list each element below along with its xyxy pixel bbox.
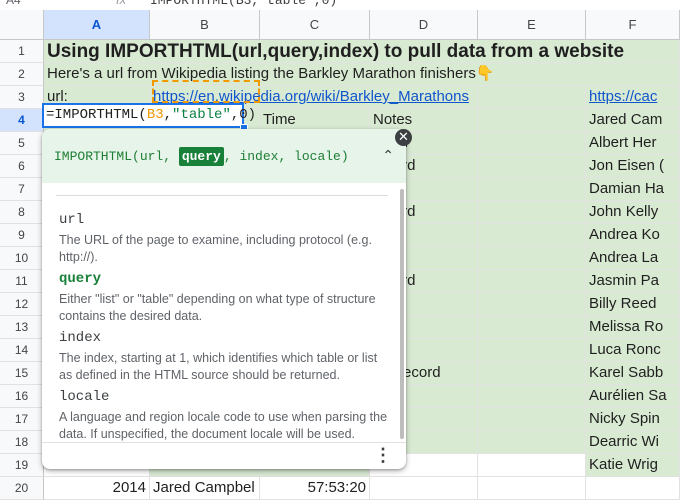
arg-desc-query: Either "list" or "table" depending on wh… [59, 292, 376, 323]
popup-footer: ⋮ [42, 442, 406, 469]
formula-input[interactable]: IMPORTHTML(B3,"table",0) [150, 0, 337, 8]
finisher-name[interactable]: Nicky Spin [586, 408, 680, 431]
row-header-12[interactable]: 12 [0, 293, 44, 316]
arg-desc-index: The index, starting at 1, which identifi… [59, 351, 378, 382]
function-signature[interactable]: IMPORTHTML(url, query, index, locale) ⌃ [42, 129, 406, 183]
cell-e15[interactable] [478, 362, 586, 385]
row-header-16[interactable]: 16 [0, 385, 44, 408]
row-header-11[interactable]: 11 [0, 270, 44, 293]
column-header-b[interactable]: B [150, 10, 260, 40]
row-header-9[interactable]: 9 [0, 224, 44, 247]
arg-name-locale: locale [59, 389, 110, 405]
collapse-chevron-icon[interactable]: ⌃ [382, 148, 394, 164]
cell-e19[interactable] [478, 454, 586, 477]
arg-name-url: url [59, 212, 85, 228]
cell-e4[interactable] [478, 109, 586, 132]
finisher-name[interactable]: Jared Cam [586, 109, 680, 132]
row-header-3[interactable]: 3 [0, 86, 44, 109]
row-header-13[interactable]: 13 [0, 316, 44, 339]
column-header-c[interactable]: C [260, 10, 370, 40]
cell-e7[interactable] [478, 178, 586, 201]
finisher-name[interactable]: Jasmin Pa [586, 270, 680, 293]
formula-help-popup: IMPORTHTML(url, query, index, locale) ⌃ … [42, 129, 406, 469]
finisher-name[interactable]: Katie Wrig [586, 454, 680, 477]
more-options-icon[interactable]: ⋮ [374, 445, 392, 465]
row-header-2[interactable]: 2 [0, 63, 44, 86]
argument-help-body[interactable]: url The URL of the page to examine, incl… [42, 183, 406, 442]
sheet-title[interactable]: Using IMPORTHTML(url,query,index) to pul… [44, 40, 680, 63]
close-icon[interactable]: ✕ [395, 129, 412, 146]
row-header-17[interactable]: 17 [0, 408, 44, 431]
arg-desc-locale: A language and region locale code to use… [59, 410, 388, 441]
divider [56, 195, 388, 196]
row-header-18[interactable]: 18 [0, 431, 44, 454]
active-cell-editor[interactable]: =IMPORTHTML(B3,"table",0) [42, 103, 256, 128]
cell-e6[interactable] [478, 155, 586, 178]
cell-e16[interactable] [478, 385, 586, 408]
cell-e3[interactable] [478, 86, 586, 109]
finisher-name[interactable]: John Kelly [586, 201, 680, 224]
cell-b20[interactable]: Jared Campbel [150, 477, 260, 500]
intro-text[interactable]: Here's a url from Wikipedia listing the … [44, 63, 680, 86]
row-header-6[interactable]: 6 [0, 155, 44, 178]
row-header-10[interactable]: 10 [0, 247, 44, 270]
finisher-name[interactable]: Melissa Ro [586, 316, 680, 339]
finisher-name[interactable]: Albert Her [586, 132, 680, 155]
row-header-19[interactable]: 19 [0, 454, 44, 477]
row-header-1[interactable]: 1 [0, 40, 44, 63]
cell-e10[interactable] [478, 247, 586, 270]
cell-e5[interactable] [478, 132, 586, 155]
cell-e17[interactable] [478, 408, 586, 431]
row-header-20[interactable]: 20 [0, 477, 44, 500]
cell-e11[interactable] [478, 270, 586, 293]
row-header-15[interactable]: 15 [0, 362, 44, 385]
finisher-name[interactable]: Andrea Ko [586, 224, 680, 247]
cell-c20[interactable]: 57:53:20 [260, 477, 370, 500]
cell-e20[interactable] [478, 477, 586, 500]
finisher-name[interactable]: Andrea La [586, 247, 680, 270]
finisher-name[interactable]: Aurélien Sa [586, 385, 680, 408]
column-header-d[interactable]: D [370, 10, 478, 40]
finisher-name[interactable]: Damian Ha [586, 178, 680, 201]
cell-e12[interactable] [478, 293, 586, 316]
referenced-range-outline [152, 80, 260, 103]
row-header-7[interactable]: 7 [0, 178, 44, 201]
row-header-5[interactable]: 5 [0, 132, 44, 155]
cell-e13[interactable] [478, 316, 586, 339]
finisher-name[interactable]: Dearric Wi [586, 431, 680, 454]
fx-icon: fx [116, 0, 126, 7]
row-header-14[interactable]: 14 [0, 339, 44, 362]
column-header-e[interactable]: E [478, 10, 586, 40]
select-all-corner[interactable] [0, 10, 44, 40]
finisher-name[interactable]: Karel Sabb [586, 362, 680, 385]
cell-e9[interactable] [478, 224, 586, 247]
cell-e14[interactable] [478, 339, 586, 362]
cell-d20[interactable] [370, 477, 478, 500]
arg-name-index: index [59, 330, 102, 346]
cell-e8[interactable] [478, 201, 586, 224]
cell-f20[interactable] [586, 477, 680, 500]
signature-text: IMPORTHTML(url, [54, 148, 179, 164]
name-box[interactable]: A4 [6, 0, 21, 7]
finisher-name[interactable]: Luca Ronc [586, 339, 680, 362]
current-argument-highlight: query [178, 146, 224, 166]
cell-f3-link[interactable]: https://cac [586, 86, 680, 109]
arg-name-query: query [59, 271, 102, 287]
finisher-name[interactable]: Billy Reed [586, 293, 680, 316]
cell-e18[interactable] [478, 431, 586, 454]
row-header-4[interactable]: 4 [0, 109, 44, 132]
popup-scrollbar[interactable] [400, 189, 404, 439]
column-header-a[interactable]: A [44, 10, 150, 40]
signature-text-end: , index, locale) [223, 148, 349, 164]
finisher-name[interactable]: Jon Eisen ( [586, 155, 680, 178]
arg-desc-url: The URL of the page to examine, includin… [59, 233, 372, 264]
cell-a20[interactable]: 2014 [44, 477, 150, 500]
column-header-f[interactable]: F [586, 10, 680, 40]
row-header-8[interactable]: 8 [0, 201, 44, 224]
